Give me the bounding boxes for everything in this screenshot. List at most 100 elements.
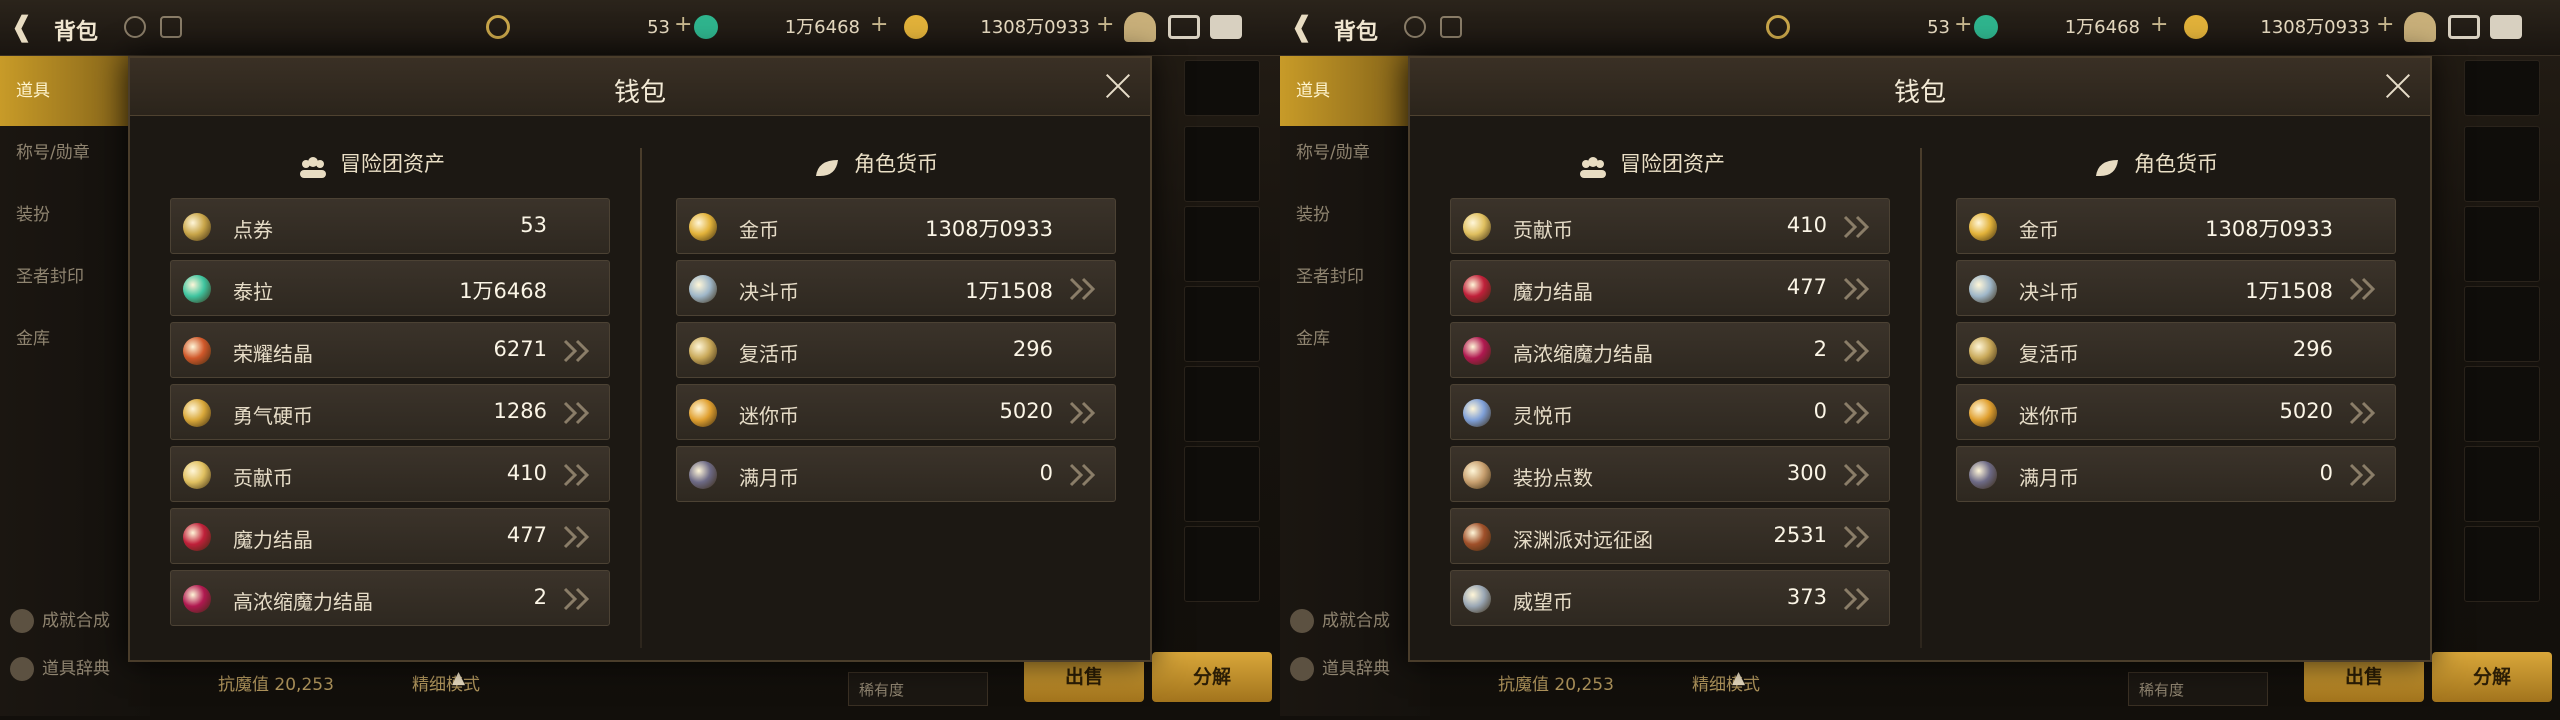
add-gold-icon[interactable]: +	[2376, 12, 2394, 37]
currency-row[interactable]: 高浓缩魔力结晶 2	[170, 570, 610, 626]
currency-name: 复活币	[739, 342, 799, 366]
add-gold-icon[interactable]: +	[1096, 12, 1114, 37]
favorite-slot[interactable]	[1184, 60, 1260, 116]
currency-row[interactable]: 满月币 0	[1956, 446, 2396, 502]
double-chevron-right-icon[interactable]	[1841, 523, 1875, 551]
currency-name: 魔力结晶	[1513, 280, 1593, 304]
tera-value: 1万6468	[784, 17, 860, 38]
chat-icon[interactable]	[2490, 15, 2522, 39]
adventure-list: 点券 53 泰拉 1万6468 荣耀结晶 6271 勇气硬币 1286 贡献币 410 魔力结晶 47…	[170, 198, 610, 648]
eye-icon[interactable]	[124, 16, 146, 38]
double-chevron-right-icon[interactable]	[561, 585, 595, 613]
back-arrow-icon[interactable]: ❰	[1290, 12, 1324, 42]
chevron-up-icon[interactable]: ▲	[452, 668, 465, 688]
achievement-icon	[10, 609, 34, 633]
double-chevron-right-icon[interactable]	[1841, 337, 1875, 365]
bag-icon[interactable]	[1124, 12, 1156, 42]
add-dianquan-icon[interactable]: +	[1954, 12, 1972, 37]
currency-row[interactable]: 荣耀结晶 6271	[170, 322, 610, 378]
double-chevron-right-icon[interactable]	[561, 337, 595, 365]
chevron-up-icon[interactable]: ▲	[1732, 668, 1745, 688]
currency-name: 魔力结晶	[233, 528, 313, 552]
inventory-slot[interactable]	[1184, 206, 1260, 282]
currency-row[interactable]: 装扮点数 300	[1450, 446, 1890, 502]
currency-name: 勇气硬币	[233, 404, 313, 428]
inventory-slot[interactable]	[2464, 446, 2540, 522]
sidebar-item-dictionary[interactable]: 道具辞典	[1290, 654, 1390, 681]
fine-mode-label[interactable]: 精细模式	[1692, 670, 1760, 695]
sort-icon[interactable]	[160, 16, 182, 38]
scroll-fade	[676, 636, 1116, 648]
inventory-slot[interactable]	[1184, 366, 1260, 442]
inventory-slot[interactable]	[2464, 126, 2540, 202]
double-chevron-right-icon[interactable]	[1067, 461, 1101, 489]
add-dianquan-icon[interactable]: +	[674, 12, 692, 37]
currency-row[interactable]: 魔力结晶 477	[170, 508, 610, 564]
back-arrow-icon[interactable]: ❰	[10, 12, 44, 42]
double-chevron-right-icon[interactable]	[1067, 275, 1101, 303]
inventory-slot[interactable]	[1184, 446, 1260, 522]
currency-name: 高浓缩魔力结晶	[233, 590, 373, 614]
sort-select[interactable]: 稀有度	[848, 672, 988, 706]
close-icon[interactable]	[1100, 68, 1136, 104]
add-tera-icon[interactable]: +	[870, 12, 888, 37]
abyss-letter-icon	[1463, 523, 1491, 551]
double-chevron-right-icon[interactable]	[1841, 275, 1875, 303]
double-chevron-right-icon[interactable]	[2347, 275, 2381, 303]
double-chevron-right-icon[interactable]	[1841, 461, 1875, 489]
double-chevron-right-icon[interactable]	[1841, 399, 1875, 427]
decompose-button[interactable]: 分解	[2432, 652, 2552, 702]
currency-row[interactable]: 灵悦币 0	[1450, 384, 1890, 440]
sidebar-item-achievement[interactable]: 成就合成	[1290, 606, 1390, 633]
double-chevron-right-icon[interactable]	[561, 399, 595, 427]
decompose-button[interactable]: 分解	[1152, 652, 1272, 702]
currency-name: 满月币	[2019, 466, 2079, 490]
adventure-assets-header: 冒险团资产	[298, 144, 445, 184]
double-chevron-right-icon[interactable]	[1841, 585, 1875, 613]
currency-name: 装扮点数	[1513, 466, 1593, 490]
double-chevron-right-icon[interactable]	[1841, 213, 1875, 241]
double-chevron-right-icon[interactable]	[2347, 399, 2381, 427]
inventory-slot[interactable]	[2464, 286, 2540, 362]
currency-row[interactable]: 贡献币 410	[1450, 198, 1890, 254]
currency-row[interactable]: 决斗币 1万1508	[1956, 260, 2396, 316]
chat-icon[interactable]	[1210, 15, 1242, 39]
sort-icon[interactable]	[1440, 16, 1462, 38]
sidebar-item-achievement[interactable]: 成就合成	[10, 606, 110, 633]
close-icon[interactable]	[2380, 68, 2416, 104]
inventory-slot[interactable]	[2464, 366, 2540, 442]
currency-row[interactable]: 贡献币 410	[170, 446, 610, 502]
currency-row[interactable]: 深渊派对远征函 2531	[1450, 508, 1890, 564]
costume-points-icon	[1463, 461, 1491, 489]
currency-row[interactable]: 威望币 373	[1450, 570, 1890, 626]
mail-icon[interactable]	[2448, 15, 2480, 39]
fine-mode-label[interactable]: 精细模式	[412, 670, 480, 695]
double-chevron-right-icon[interactable]	[561, 523, 595, 551]
bag-icon[interactable]	[2404, 12, 2436, 42]
double-chevron-right-icon[interactable]	[561, 461, 595, 489]
lingyue-coin-icon	[1463, 399, 1491, 427]
currency-row[interactable]: 满月币 0	[676, 446, 1116, 502]
currency-row[interactable]: 高浓缩魔力结晶 2	[1450, 322, 1890, 378]
duel-coin-icon	[689, 275, 717, 303]
currency-row[interactable]: 勇气硬币 1286	[170, 384, 610, 440]
inventory-slot[interactable]	[2464, 206, 2540, 282]
currency-row[interactable]: 决斗币 1万1508	[676, 260, 1116, 316]
currency-row[interactable]: 魔力结晶 477	[1450, 260, 1890, 316]
inventory-slot[interactable]	[1184, 126, 1260, 202]
favorite-slot[interactable]	[2464, 60, 2540, 116]
tera-value: 1万6468	[2064, 17, 2140, 38]
double-chevron-right-icon[interactable]	[1067, 399, 1101, 427]
add-tera-icon[interactable]: +	[2150, 12, 2168, 37]
inventory-slot[interactable]	[1184, 526, 1260, 602]
mail-icon[interactable]	[1168, 15, 1200, 39]
inventory-slot[interactable]	[1184, 286, 1260, 362]
currency-value: 5020	[999, 399, 1053, 423]
sort-select[interactable]: 稀有度	[2128, 672, 2268, 706]
sidebar-item-dictionary[interactable]: 道具辞典	[10, 654, 110, 681]
double-chevron-right-icon[interactable]	[2347, 461, 2381, 489]
eye-icon[interactable]	[1404, 16, 1426, 38]
inventory-slot[interactable]	[2464, 526, 2540, 602]
currency-row[interactable]: 迷你币 5020	[676, 384, 1116, 440]
currency-row[interactable]: 迷你币 5020	[1956, 384, 2396, 440]
